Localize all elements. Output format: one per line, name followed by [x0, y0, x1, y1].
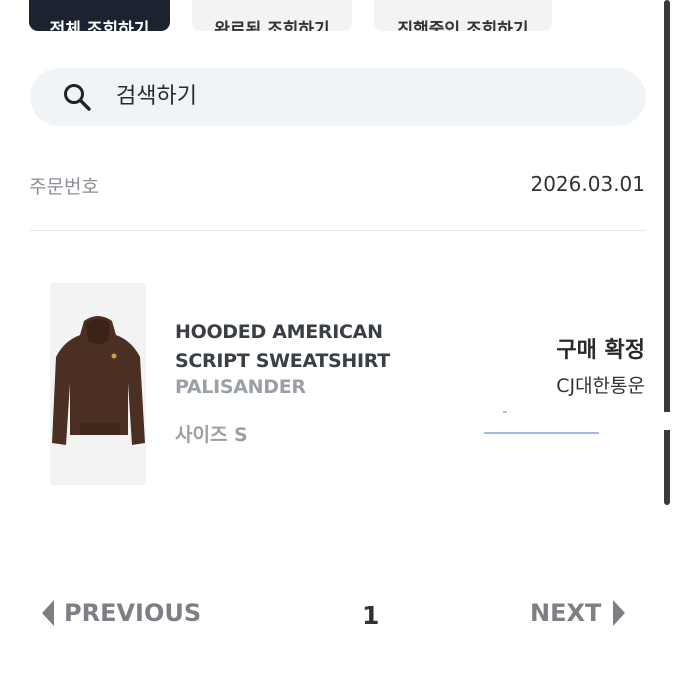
product-color: PALISANDER — [175, 376, 306, 398]
shipping-carrier: CJ대한통운 — [556, 375, 645, 397]
brown-hoodie-image — [50, 283, 146, 485]
next-label: NEXT — [530, 599, 602, 627]
tab-all-label: 전체 조회하기 — [49, 20, 150, 31]
tab-completed[interactable]: 완료된 조회하기 — [192, 0, 352, 31]
previous-label: PREVIOUS — [64, 599, 202, 627]
product-name[interactable]: HOODED AMERICAN SCRIPT SWEATSHIRT — [175, 318, 425, 376]
current-page-number[interactable]: 1 — [362, 601, 379, 630]
search-input[interactable] — [116, 84, 516, 109]
tab-in-progress-label: 진행중인 조회하기 — [397, 20, 529, 31]
divider — [30, 230, 646, 231]
chevron-right-icon — [613, 600, 626, 626]
tab-in-progress[interactable]: 진행중인 조회하기 — [374, 0, 552, 31]
previous-page-button[interactable]: PREVIOUS — [42, 599, 201, 627]
tracking-link[interactable] — [484, 432, 599, 434]
order-date: 2026.03.01 — [530, 172, 645, 196]
search-icon[interactable] — [62, 82, 92, 112]
order-number-label: 주문번호 — [29, 176, 99, 198]
next-page-button[interactable]: NEXT — [530, 599, 626, 627]
tab-bar: 전체 조회하기 완료된 조회하기 진행중인 조회하기 — [0, 0, 675, 32]
order-status: 구매 확정 — [556, 338, 645, 363]
scrollbar-thumb-lower[interactable] — [664, 430, 670, 504]
product-size: 사이즈 S — [175, 424, 248, 446]
product-image[interactable] — [50, 283, 146, 485]
tab-completed-label: 완료된 조회하기 — [214, 20, 330, 31]
chevron-left-icon — [42, 600, 54, 626]
tracking-mark — [503, 411, 507, 413]
scrollbar-gap — [663, 412, 672, 430]
tab-all[interactable]: 전체 조회하기 — [29, 0, 170, 31]
